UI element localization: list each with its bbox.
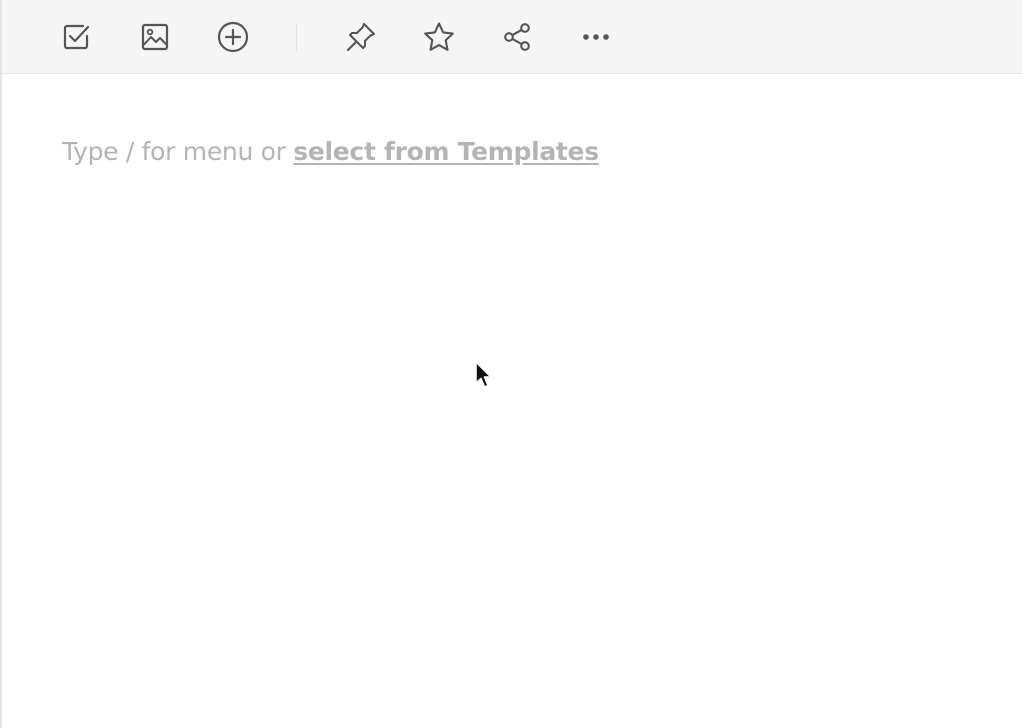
select-templates-link[interactable]: select from Templates (293, 137, 599, 166)
share-icon (504, 23, 530, 51)
note-body[interactable]: Type / for menu or select from Templates (2, 75, 1022, 728)
image-button[interactable] (137, 19, 173, 55)
share-button[interactable] (499, 19, 535, 55)
mouse-pointer-icon (475, 361, 492, 388)
ellipsis-icon (583, 34, 609, 40)
more-button[interactable] (578, 19, 614, 55)
checkbox-icon (63, 24, 90, 50)
toolbar (2, 0, 1022, 74)
add-button[interactable] (215, 19, 251, 55)
pin-button[interactable] (343, 19, 379, 55)
editor-placeholder: Type / for menu or select from Templates (62, 137, 599, 166)
favorite-button[interactable] (421, 19, 457, 55)
image-icon (141, 23, 169, 51)
pin-icon (346, 22, 376, 52)
note-editor-window: Type / for menu or select from Templates (0, 0, 1022, 728)
toolbar-divider (296, 24, 297, 51)
plus-circle-icon (217, 21, 249, 53)
star-icon (424, 22, 454, 51)
placeholder-text: Type / for menu or (62, 137, 294, 166)
checklist-button[interactable] (58, 19, 94, 55)
